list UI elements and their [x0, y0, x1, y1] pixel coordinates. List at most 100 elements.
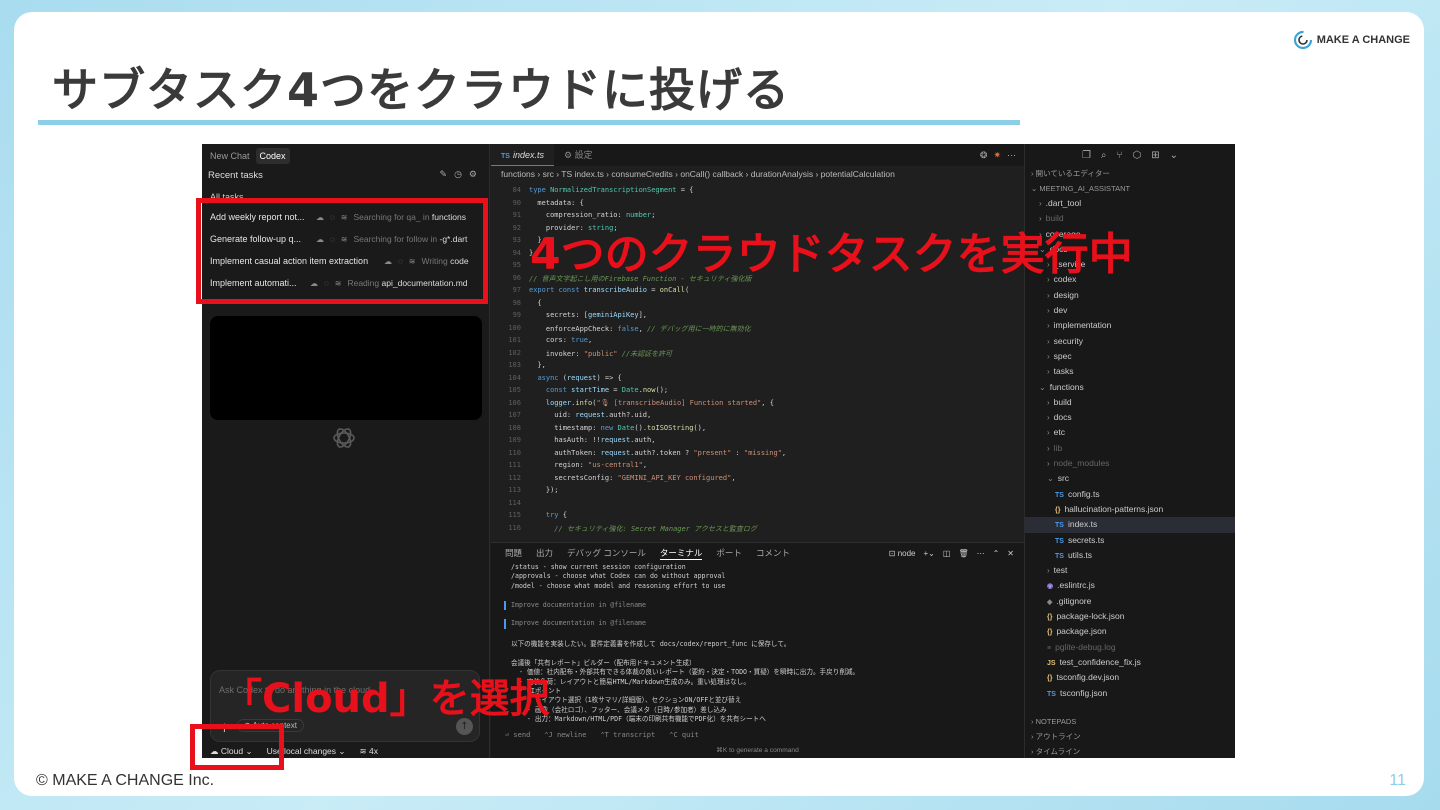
code-line[interactable]: 109 hasAuth: !!request.auth,: [491, 436, 1024, 449]
split-icon[interactable]: ◫: [943, 549, 951, 558]
folder-item[interactable]: › design: [1025, 288, 1235, 303]
open-editors-section[interactable]: › 開いているエディター: [1025, 166, 1235, 181]
folder-item[interactable]: › test: [1025, 563, 1235, 578]
file-item[interactable]: {} package.json: [1025, 624, 1235, 639]
file-item[interactable]: ◉ .eslintrc.js: [1025, 578, 1235, 593]
file-type-icon: {}: [1047, 614, 1053, 622]
tab-codex[interactable]: Codex: [255, 148, 290, 164]
code-line[interactable]: 84 type NormalizedTranscriptionSegment = …: [491, 186, 1024, 199]
search-icon[interactable]: ⌕: [1101, 150, 1107, 161]
folder-item[interactable]: › .dart_tool: [1025, 196, 1235, 211]
more-icon[interactable]: ⋯: [1007, 150, 1016, 161]
code-line[interactable]: 113 });: [491, 486, 1024, 499]
gear-icon[interactable]: ⚙: [469, 170, 477, 180]
file-item[interactable]: TS utils.ts: [1025, 548, 1235, 563]
file-item[interactable]: {} tsconfig.dev.json: [1025, 670, 1235, 685]
folder-item[interactable]: ⌄ functions: [1025, 380, 1235, 395]
attempts-select[interactable]: ≋ 4x: [360, 746, 378, 757]
file-item[interactable]: {} package-lock.json: [1025, 609, 1235, 624]
folder-item[interactable]: › node_modules: [1025, 456, 1235, 471]
code-line[interactable]: 97 export const transcribeAudio = onCall(: [491, 286, 1024, 299]
shell-select[interactable]: ⊡ node: [889, 549, 916, 558]
file-item[interactable]: ◆ .gitignore: [1025, 594, 1235, 609]
terminal-output[interactable]: /status - show current session configura…: [491, 563, 1024, 723]
explorer-bottom-sections: › NOTEPADS › アウトライン › タイムライン: [1025, 714, 1235, 758]
extensions-icon[interactable]: ⬡: [1133, 150, 1142, 161]
trash-icon[interactable]: 🗑: [958, 549, 968, 558]
timeline-section[interactable]: › タイムライン: [1025, 744, 1235, 758]
file-item[interactable]: JS test_confidence_fix.js: [1025, 655, 1235, 670]
company-logo: MAKE A CHANGE: [1293, 30, 1410, 50]
grid-icon[interactable]: ⊞: [1151, 150, 1159, 161]
edit-icon[interactable]: ✎: [440, 170, 448, 180]
tab-comments[interactable]: コメント: [756, 547, 790, 559]
folder-item[interactable]: › spec: [1025, 349, 1235, 364]
tab-debug-console[interactable]: デバッグ コンソール: [567, 547, 646, 559]
code-line[interactable]: 116 // セキュリティ強化: Secret Manager アクセスと監査ロ…: [491, 524, 1024, 537]
code-line[interactable]: 103 },: [491, 361, 1024, 374]
terminal-hint: ⌘K to generate a command: [716, 747, 799, 754]
more-icon[interactable]: ⋯: [977, 549, 985, 558]
line-number: 97: [512, 286, 521, 294]
tab-terminal[interactable]: ターミナル: [659, 547, 703, 560]
line-number: 98: [512, 298, 521, 307]
folder-item[interactable]: › implementation: [1025, 318, 1235, 333]
breadcrumb[interactable]: functions › src › TS index.ts › consumeC…: [491, 166, 1024, 182]
code-line[interactable]: 110 authToken: request.auth?.token ? "pr…: [491, 449, 1024, 462]
line-number: 104: [508, 373, 521, 382]
close-icon[interactable]: ✕: [1007, 549, 1014, 558]
code-line[interactable]: 108 timestamp: new Date().toISOString(),: [491, 424, 1024, 437]
file-item[interactable]: ≡ pglite-debug.log: [1025, 640, 1235, 655]
file-type-icon: JS: [1047, 659, 1056, 667]
maximize-icon[interactable]: ⌃: [993, 549, 1000, 558]
file-item[interactable]: {} hallucination-patterns.json: [1025, 502, 1235, 517]
code-line[interactable]: 90 metadata: {: [491, 199, 1024, 212]
tab-index-ts[interactable]: TS index.ts: [491, 144, 554, 166]
project-section[interactable]: ⌄ MEETING_AI_ASSISTANT: [1025, 181, 1235, 196]
folder-item[interactable]: › docs: [1025, 410, 1235, 425]
code-line[interactable]: 105 const startTime = Date.now();: [491, 386, 1024, 399]
folder-item[interactable]: › security: [1025, 334, 1235, 349]
tab-settings[interactable]: ⚙ 設定: [554, 144, 603, 166]
folder-item[interactable]: › tasks: [1025, 364, 1235, 379]
code-line[interactable]: 115 try {: [491, 511, 1024, 524]
folder-item[interactable]: › dev: [1025, 303, 1235, 318]
file-item[interactable]: TS config.ts: [1025, 487, 1235, 502]
source-control-icon[interactable]: ⑂: [1117, 150, 1123, 161]
file-name: dev: [1053, 305, 1068, 316]
code-line[interactable]: 114: [491, 499, 1024, 512]
tab-problems[interactable]: 問題: [505, 547, 522, 559]
code-line[interactable]: 104 async (request) => {: [491, 374, 1024, 387]
file-item[interactable]: TS tsconfig.json: [1025, 686, 1235, 701]
openai-icon[interactable]: ❂: [980, 150, 988, 161]
code-text: cors: true,: [529, 336, 593, 344]
notepads-section[interactable]: › NOTEPADS: [1025, 714, 1235, 729]
code-line[interactable]: 98 {: [491, 299, 1024, 312]
new-terminal-icon[interactable]: +⌄: [924, 549, 935, 558]
code-line[interactable]: 101 cors: true,: [491, 336, 1024, 349]
line-number: 114: [508, 498, 521, 507]
files-icon[interactable]: ❐: [1082, 150, 1091, 161]
code-line[interactable]: 100 enforceAppCheck: false, // デバッグ用に一時的…: [491, 324, 1024, 337]
sparkle-icon[interactable]: ✷: [993, 150, 1001, 161]
history-icon[interactable]: ◷: [454, 170, 462, 180]
folder-item[interactable]: › lib: [1025, 441, 1235, 456]
tab-new-chat[interactable]: New Chat: [206, 148, 254, 164]
code-line[interactable]: 112 secretsConfig: "GEMINI_API_KEY confi…: [491, 474, 1024, 487]
file-name: etc: [1053, 427, 1066, 438]
file-item[interactable]: TS index.ts: [1025, 517, 1235, 533]
tab-ports[interactable]: ポート: [716, 547, 742, 559]
code-line[interactable]: 106 logger.info("🎙 [transcribeAudio] Fun…: [491, 399, 1024, 412]
code-line[interactable]: 111 region: "us-central1",: [491, 461, 1024, 474]
folder-item[interactable]: › build: [1025, 395, 1235, 410]
code-line[interactable]: 99 secrets: [geminiApiKey],: [491, 311, 1024, 324]
chevron-down-icon[interactable]: ⌄: [1170, 150, 1178, 161]
outline-section[interactable]: › アウトライン: [1025, 729, 1235, 744]
folder-item[interactable]: ⌄ src: [1025, 471, 1235, 486]
code-line[interactable]: 107 uid: request.auth?.uid,: [491, 411, 1024, 424]
folder-item[interactable]: › etc: [1025, 425, 1235, 440]
code-line[interactable]: 102 invoker: "public" //未認証を許可: [491, 349, 1024, 362]
file-item[interactable]: TS secrets.ts: [1025, 533, 1235, 548]
tab-output[interactable]: 出力: [536, 547, 553, 559]
